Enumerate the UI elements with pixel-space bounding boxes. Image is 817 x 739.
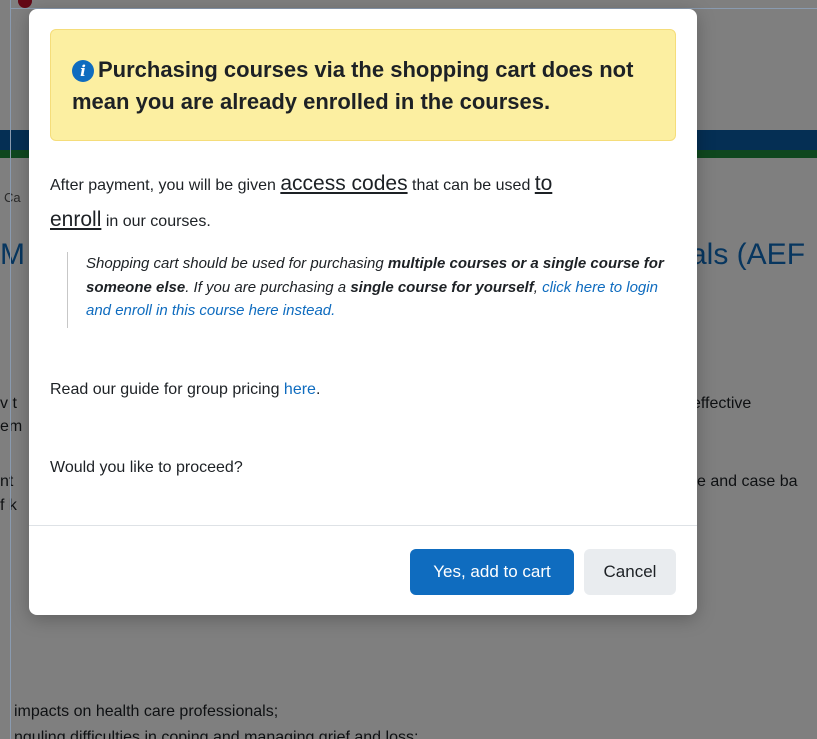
add-to-cart-button[interactable]: Yes, add to cart: [410, 549, 574, 595]
text-segment: .: [315, 381, 321, 398]
text-segment: Shopping cart should be used for purchas…: [86, 255, 388, 272]
alert-text: Purchasing courses via the shopping cart…: [72, 57, 634, 114]
info-alert: i Purchasing courses via the shopping car…: [50, 29, 676, 141]
group-pricing-link[interactable]: here: [284, 381, 316, 398]
dialog-body: i Purchasing courses via the shopping car…: [29, 9, 697, 525]
cancel-button[interactable]: Cancel: [584, 549, 676, 595]
text-segment: that can be used: [407, 177, 535, 194]
enroll-text: enroll: [50, 208, 102, 231]
proceed-question: Would you like to proceed?: [50, 459, 243, 476]
text-segment: Read our guide for group pricing: [50, 381, 284, 398]
group-pricing-text: Read our guide for group pricing here.: [50, 381, 320, 399]
text-segment: After payment, you will be given: [50, 177, 281, 194]
page-border-left: [10, 0, 11, 739]
shopping-cart-note: Shopping cart should be used for purchas…: [67, 252, 667, 328]
text-segment: in our courses.: [101, 213, 211, 230]
dialog-footer: Yes, add to cart Cancel: [29, 525, 697, 615]
payment-info-text: After payment, you will be given access …: [50, 167, 670, 239]
access-codes-text: access codes: [280, 172, 408, 195]
text-segment: . If you are purchasing a: [185, 278, 351, 296]
info-icon: i: [72, 60, 94, 82]
emphasis-text: single course for yourself: [350, 278, 534, 296]
text-segment: ,: [533, 278, 543, 296]
add-to-cart-dialog: i Purchasing courses via the shopping car…: [29, 9, 697, 615]
to-text: to: [534, 172, 553, 195]
